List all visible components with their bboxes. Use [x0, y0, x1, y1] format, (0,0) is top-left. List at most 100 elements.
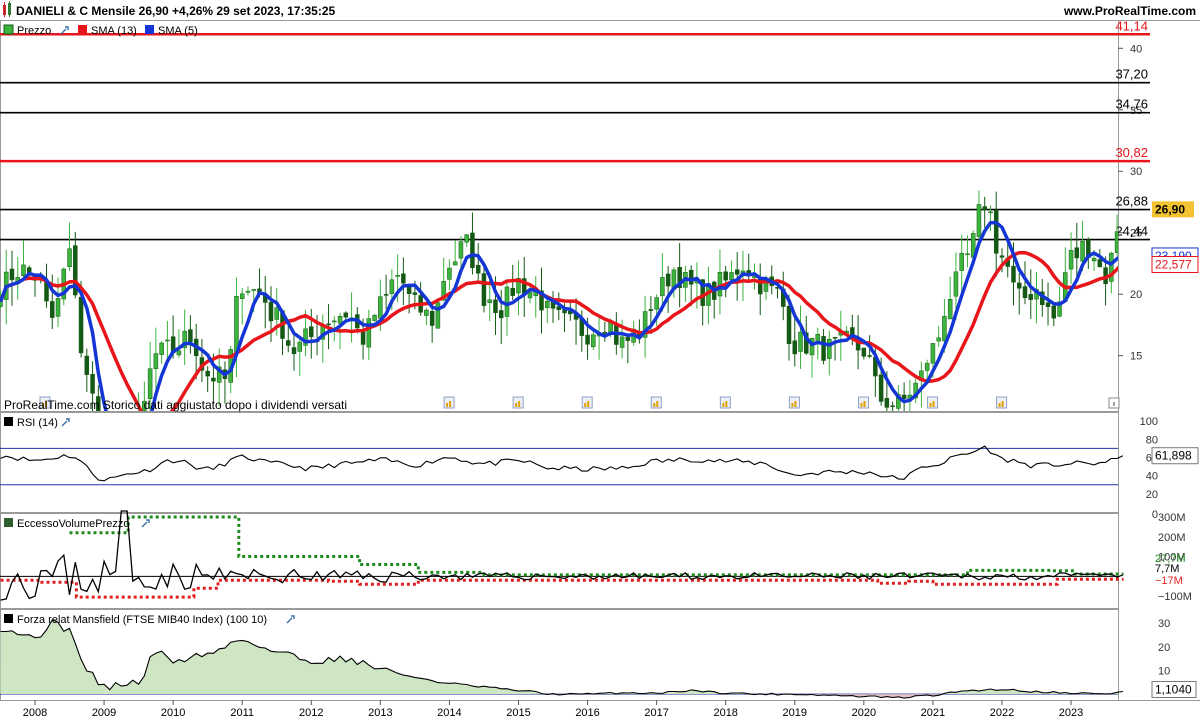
candle-body: [176, 350, 182, 356]
candle-body: [815, 334, 821, 342]
candle-body: [953, 271, 959, 297]
candle-body: [625, 336, 631, 341]
dividend-marker-bar[interactable]: [653, 403, 656, 407]
dividend-marker[interactable]: [719, 396, 731, 409]
legend-price-label: Prezzo: [17, 25, 51, 37]
dividend-marker-bar[interactable]: [446, 403, 449, 407]
dividend-marker-bar[interactable]: [587, 401, 590, 407]
dividend-marker-bar[interactable]: [656, 401, 659, 407]
candle-body: [498, 310, 504, 319]
candle-body: [827, 338, 832, 359]
candle-body: [930, 343, 936, 364]
level-label-41,14: 41,14: [1115, 18, 1148, 33]
volume-settings-icon[interactable]: [141, 519, 150, 528]
candle-body: [274, 307, 279, 320]
dividend-marker[interactable]: [927, 396, 939, 409]
candle-body: [0, 301, 3, 307]
dividend-marker-bar[interactable]: [998, 403, 1001, 407]
x-tick-label-2018: 2018: [713, 707, 737, 719]
candle-body: [424, 309, 429, 316]
candle-body: [159, 342, 164, 355]
dividend-marker[interactable]: [443, 396, 455, 409]
candle-body: [821, 336, 826, 361]
dividend-marker-bar[interactable]: [1001, 401, 1004, 407]
panel-frame-2: [0, 513, 1119, 609]
sma5-line: [0, 220, 1118, 411]
dividend-marker[interactable]: [996, 396, 1008, 409]
watermark-text: ProRealTime.com Storico dati aggiustato …: [4, 398, 347, 412]
dividend-marker-bar[interactable]: [929, 403, 932, 407]
candle-body: [205, 370, 210, 377]
candle-body: [119, 458, 123, 470]
candle-body: [665, 273, 671, 287]
candle-body: [545, 300, 550, 309]
candle-body: [936, 337, 941, 342]
dividend-marker[interactable]: [857, 396, 869, 409]
main-y-tick-label: 40: [1130, 43, 1142, 55]
candle-body: [688, 269, 694, 285]
sma13-value-badge-text: 22,577: [1155, 258, 1192, 272]
candle-body: [798, 331, 803, 352]
legend-sma13-swatch: [78, 25, 87, 34]
wrench-shape[interactable]: [60, 26, 69, 35]
sma13-value-badge: 22,577: [1151, 256, 1199, 274]
dividend-marker-bar[interactable]: [584, 403, 587, 407]
dividend-marker-bar[interactable]: [791, 403, 794, 407]
dividend-marker-bar[interactable]: [722, 403, 725, 407]
legend-sma5-label: SMA (5): [158, 25, 198, 37]
dividend-marker[interactable]: [650, 396, 662, 409]
mansfield-value-badge: 1,1040: [1151, 680, 1197, 698]
candles-group: [0, 190, 1118, 470]
candle-body: [924, 362, 930, 371]
rsi-y-tick-label: 80: [1146, 434, 1158, 446]
candle-body: [21, 264, 26, 277]
volume-value-label-black: 7,7M: [1155, 563, 1179, 575]
dividend-marker-bar[interactable]: [932, 401, 935, 407]
candle-body: [493, 299, 498, 314]
candle-body: [188, 329, 193, 343]
candle-body: [734, 269, 740, 275]
dividend-marker-bar[interactable]: [449, 401, 452, 407]
candle-body: [878, 374, 884, 402]
candle-body: [1091, 257, 1097, 262]
mansfield-settings-icon[interactable]: [286, 615, 295, 624]
candle-body: [1097, 259, 1103, 268]
candle-body: [1045, 302, 1051, 307]
dividend-marker-bar[interactable]: [515, 403, 518, 407]
candle-body: [55, 298, 61, 317]
candle-body: [452, 261, 458, 266]
info-icon[interactable]: [1108, 397, 1120, 409]
rsi-y-tick-label: 20: [1146, 489, 1158, 501]
x-tick-label-2008: 2008: [23, 707, 47, 719]
volume-y-tick-label: −100M: [1158, 591, 1192, 603]
dividend-marker-bar[interactable]: [863, 401, 866, 407]
candle-body: [332, 320, 337, 323]
candle-body: [1068, 250, 1074, 270]
dividend-marker-bar[interactable]: [518, 401, 521, 407]
mansfield-y-tick-label: 10: [1158, 665, 1170, 677]
candle-body: [982, 206, 987, 211]
dividend-marker[interactable]: [512, 396, 524, 409]
rsi-y-tick-label: 40: [1146, 471, 1158, 483]
x-tick-label-2013: 2013: [368, 707, 392, 719]
candle-body: [475, 264, 481, 274]
legend-price-settings-icon[interactable]: [60, 26, 69, 35]
candle-body: [147, 368, 153, 399]
rsi-line: [0, 445, 1124, 482]
dividend-marker-bar[interactable]: [794, 401, 797, 407]
rsi-settings-icon[interactable]: [61, 418, 70, 427]
candle-body: [786, 305, 792, 344]
x-tick-label-2011: 2011: [230, 707, 254, 719]
legend-sma13-label: SMA (13): [91, 25, 137, 37]
last-price-badge: 26,90: [1152, 201, 1194, 218]
dividend-marker-bar[interactable]: [860, 403, 863, 407]
dividend-marker-bar[interactable]: [725, 401, 728, 407]
rsi-y-tick-label: 100: [1140, 416, 1158, 428]
candle-body: [947, 299, 953, 320]
dividend-marker[interactable]: [788, 396, 800, 409]
volume-y-tick-label: 300M: [1158, 512, 1186, 524]
dividend-marker[interactable]: [581, 396, 593, 409]
candle-body: [360, 331, 366, 345]
candle-body: [965, 253, 970, 256]
candle-body: [383, 294, 389, 296]
